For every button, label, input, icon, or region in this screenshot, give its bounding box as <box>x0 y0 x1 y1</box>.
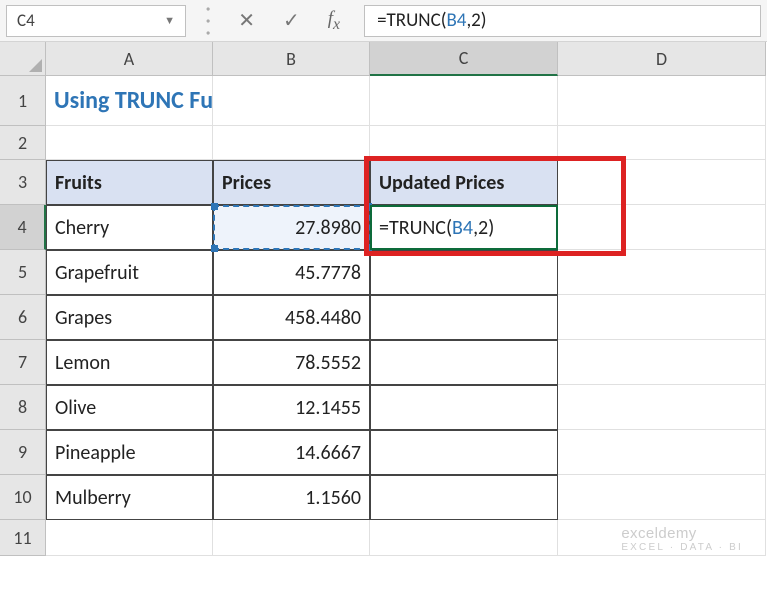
grid-body: 1 2 3 4 5 6 7 8 9 10 11 Using TRUNC Func… <box>0 76 767 556</box>
col-header-a[interactable]: A <box>46 42 213 76</box>
cell-a11[interactable] <box>46 520 213 556</box>
cell-b8[interactable]: 12.1455 <box>213 385 370 430</box>
cell-d4[interactable] <box>558 205 766 250</box>
cell-b4[interactable]: 27.8980 <box>213 205 370 250</box>
watermark-sub: EXCEL · DATA · BI <box>621 542 743 553</box>
cell-d6[interactable] <box>558 295 766 340</box>
cell-c9[interactable] <box>370 430 558 475</box>
cell-d9[interactable] <box>558 430 766 475</box>
cell-d5[interactable] <box>558 250 766 295</box>
cell-c10[interactable] <box>370 475 558 520</box>
confirm-icon[interactable]: ✓ <box>283 8 300 33</box>
cell-c3[interactable]: Updated Prices <box>370 160 558 205</box>
cell-b10[interactable]: 1.1560 <box>213 475 370 520</box>
cell-a5[interactable]: Grapefruit <box>46 250 213 295</box>
row-header-7[interactable]: 7 <box>0 340 46 385</box>
formula-input[interactable]: =TRUNC(B4,2) <box>364 5 761 37</box>
col-header-d[interactable]: D <box>558 42 766 76</box>
watermark-main: exceldemy <box>621 525 696 542</box>
chevron-down-icon[interactable]: ▼ <box>164 14 175 27</box>
row-header-1[interactable]: 1 <box>0 76 46 126</box>
cell-a9[interactable]: Pineapple <box>46 430 213 475</box>
formula-text-prefix: =TRUNC( <box>377 9 446 32</box>
fx-icon[interactable]: fx <box>328 8 340 34</box>
cell-b3[interactable]: Prices <box>213 160 370 205</box>
name-box[interactable]: C4 ▼ <box>6 5 186 37</box>
select-all-corner[interactable] <box>0 42 46 76</box>
cell-c8[interactable] <box>370 385 558 430</box>
formula-text-suffix: ,2) <box>466 9 486 32</box>
cell-b7[interactable]: 78.5552 <box>213 340 370 385</box>
formula-bar: C4 ▼ ●●● ✕ ✓ fx =TRUNC(B4,2) <box>0 0 767 42</box>
col-header-b[interactable]: B <box>213 42 370 76</box>
cell-a8[interactable]: Olive <box>46 385 213 430</box>
divider-dots-icon: ●●● <box>192 4 224 37</box>
cell-d1[interactable] <box>558 76 766 126</box>
cell-c4-suffix: ,2) <box>473 216 494 240</box>
cell-c1[interactable] <box>370 76 558 126</box>
cell-b5[interactable]: 45.7778 <box>213 250 370 295</box>
formula-text-ref: B4 <box>446 9 466 32</box>
cell-d8[interactable] <box>558 385 766 430</box>
name-box-value: C4 <box>17 10 35 31</box>
row-header-9[interactable]: 9 <box>0 430 46 475</box>
cancel-icon[interactable]: ✕ <box>238 8 255 33</box>
cell-c4-ref: B4 <box>452 216 473 240</box>
watermark: exceldemy EXCEL · DATA · BI <box>621 525 743 553</box>
cell-a1[interactable]: Using TRUNC Function <box>46 76 213 126</box>
cell-c4-prefix: =TRUNC( <box>379 216 452 240</box>
row-header-4[interactable]: 4 <box>0 205 46 250</box>
cell-a7[interactable]: Lemon <box>46 340 213 385</box>
cells-area: Using TRUNC Function Fruits Prices Updat… <box>46 76 766 556</box>
row-header-3[interactable]: 3 <box>0 160 46 205</box>
cell-d2[interactable] <box>558 126 766 160</box>
column-headers: A B C D <box>46 42 766 76</box>
cell-b2[interactable] <box>213 126 370 160</box>
formula-bar-buttons: ✕ ✓ fx <box>224 8 354 34</box>
cell-b1[interactable] <box>213 76 370 126</box>
cell-a2[interactable] <box>46 126 213 160</box>
cell-c2[interactable] <box>370 126 558 160</box>
row-header-5[interactable]: 5 <box>0 250 46 295</box>
cell-a10[interactable]: Mulberry <box>46 475 213 520</box>
cell-c5[interactable] <box>370 250 558 295</box>
row-header-6[interactable]: 6 <box>0 295 46 340</box>
header-corner-row: A B C D <box>0 42 767 76</box>
cell-a3[interactable]: Fruits <box>46 160 213 205</box>
cell-c4[interactable]: =TRUNC(B4,2) <box>370 205 558 250</box>
row-headers: 1 2 3 4 5 6 7 8 9 10 11 <box>0 76 46 556</box>
row-header-11[interactable]: 11 <box>0 520 46 556</box>
cell-b6[interactable]: 458.4480 <box>213 295 370 340</box>
cell-b9[interactable]: 14.6667 <box>213 430 370 475</box>
row-header-2[interactable]: 2 <box>0 126 46 160</box>
cell-b11[interactable] <box>213 520 370 556</box>
cell-c6[interactable] <box>370 295 558 340</box>
cell-c7[interactable] <box>370 340 558 385</box>
cell-a6[interactable]: Grapes <box>46 295 213 340</box>
cell-d3[interactable] <box>558 160 766 205</box>
col-header-c[interactable]: C <box>370 42 558 76</box>
cell-a4[interactable]: Cherry <box>46 205 213 250</box>
cell-d7[interactable] <box>558 340 766 385</box>
cell-c11[interactable] <box>370 520 558 556</box>
row-header-8[interactable]: 8 <box>0 385 46 430</box>
row-header-10[interactable]: 10 <box>0 475 46 520</box>
cell-d10[interactable] <box>558 475 766 520</box>
